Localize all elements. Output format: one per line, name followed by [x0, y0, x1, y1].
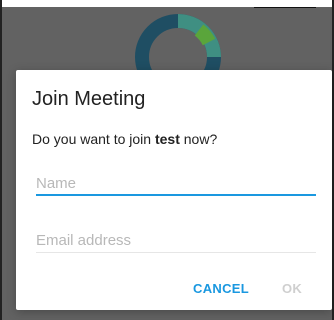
name-input[interactable]: [36, 172, 316, 196]
message-suffix: now?: [179, 131, 218, 147]
cancel-button[interactable]: CANCEL: [190, 276, 252, 300]
app-screen: Join Meeting Do you want to join test no…: [0, 0, 334, 320]
left-edge: [0, 0, 2, 320]
top-strip: [0, 0, 334, 7]
dialog-message: Do you want to join test now?: [32, 131, 217, 147]
dialog-title: Join Meeting: [32, 88, 146, 110]
email-input[interactable]: [36, 229, 316, 253]
join-meeting-dialog: Join Meeting Do you want to join test no…: [16, 70, 332, 310]
top-underline: [254, 7, 316, 8]
ok-button[interactable]: OK: [278, 276, 306, 300]
meeting-name: test: [154, 131, 180, 147]
message-prefix: Do you want to join: [32, 131, 155, 147]
